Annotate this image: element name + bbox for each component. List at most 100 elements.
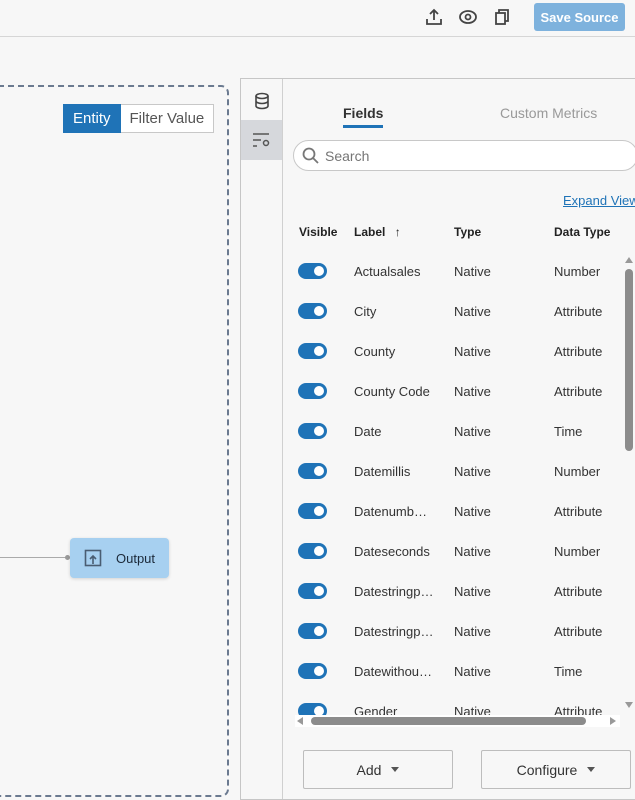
table-row[interactable]: Datestringp… Native Attribute (291, 571, 626, 611)
visible-toggle[interactable] (298, 263, 327, 279)
expand-view-link[interactable]: Expand View (563, 193, 635, 208)
field-label: County (354, 344, 396, 359)
visible-toggle[interactable] (298, 543, 327, 559)
eye-icon[interactable] (458, 7, 478, 27)
scroll-right-arrow[interactable] (610, 717, 616, 725)
output-icon (84, 549, 102, 567)
button-label: Configure (516, 761, 578, 778)
node-label: Output (116, 550, 156, 566)
visible-toggle[interactable] (298, 623, 327, 639)
visible-toggle[interactable] (298, 503, 327, 519)
table-row[interactable]: Datenumb… Native Attribute (291, 491, 626, 531)
field-type: Native (454, 424, 491, 439)
horizontal-scroll-thumb[interactable] (311, 717, 586, 725)
field-data-type: Number (554, 264, 601, 279)
field-type: Native (454, 384, 491, 399)
table-row[interactable]: Actualsales Native Number (291, 251, 626, 291)
caret-down-icon (391, 767, 400, 772)
field-data-type: Time (554, 424, 583, 439)
visible-toggle[interactable] (298, 663, 327, 679)
field-type: Native (454, 584, 491, 599)
table-row[interactable]: Datestringp… Native Attribute (291, 611, 626, 651)
tab-label: Fields (343, 105, 384, 121)
view-toggle: Entity Filter Value (63, 104, 215, 133)
scroll-left-arrow[interactable] (297, 717, 303, 725)
top-toolbar: Save Source (0, 0, 635, 37)
tab-fields[interactable]: Fields (343, 105, 384, 128)
visible-toggle[interactable] (298, 423, 327, 439)
vertical-scroll-thumb[interactable] (625, 269, 633, 451)
visible-toggle[interactable] (298, 303, 327, 319)
field-label: County Code (354, 384, 430, 399)
field-type: Native (454, 344, 491, 359)
field-label: Datemillis (354, 464, 411, 479)
visible-toggle[interactable] (298, 343, 327, 359)
caret-down-icon (587, 767, 596, 772)
field-type: Native (454, 504, 491, 519)
save-source-button[interactable]: Save Source (534, 3, 625, 31)
column-header-visible[interactable]: Visible (299, 225, 337, 239)
field-label: Date (354, 424, 382, 439)
panel-sidebar (241, 79, 283, 799)
search-input[interactable] (325, 147, 605, 164)
upload-icon[interactable] (424, 7, 444, 27)
table-row[interactable]: Date Native Time (291, 411, 626, 451)
table-row[interactable]: County Code Native Attribute (291, 371, 626, 411)
column-header-data-type[interactable]: Data Type (554, 225, 610, 239)
table-row[interactable]: Dateseconds Native Number (291, 531, 626, 571)
table-row[interactable]: City Native Attribute (291, 291, 626, 331)
field-label: Actualsales (354, 264, 421, 279)
connector-line (0, 557, 66, 558)
fields-panel: Fields Custom Metrics Expand View Visibl… (240, 78, 635, 800)
output-node[interactable]: Output (70, 538, 169, 578)
table-row[interactable]: Datewithou… Native Time (291, 651, 626, 691)
field-data-type: Attribute (554, 584, 603, 599)
field-type: Native (454, 464, 491, 479)
field-data-type: Time (554, 664, 583, 679)
field-label: Datenumb… (354, 504, 427, 519)
field-data-type: Attribute (554, 384, 603, 399)
scroll-down-arrow[interactable] (625, 702, 633, 708)
table-row[interactable]: County Native Attribute (291, 331, 626, 371)
scroll-up-arrow[interactable] (625, 257, 633, 263)
column-header-type[interactable]: Type (454, 225, 481, 239)
visible-toggle[interactable] (298, 583, 327, 599)
toggle-filter-value[interactable]: Filter Value (120, 104, 215, 133)
table-row[interactable]: Gender Native Attribute (291, 691, 626, 716)
header-text: Label (354, 225, 386, 239)
field-label: Dateseconds (354, 544, 430, 559)
field-label: Datewithou… (354, 664, 433, 679)
visible-toggle[interactable] (298, 463, 327, 479)
sort-ascending-icon: ↑ (394, 225, 401, 239)
field-type: Native (454, 304, 491, 319)
fields-table-body: Actualsales Native Number City Native At… (291, 251, 626, 716)
field-type: Native (454, 624, 491, 639)
field-label: City (354, 304, 377, 319)
copy-icon[interactable] (492, 7, 512, 27)
table-row[interactable]: Datemillis Native Number (291, 451, 626, 491)
field-data-type: Attribute (554, 504, 603, 519)
button-label: Add (356, 761, 382, 778)
field-type: Native (454, 544, 491, 559)
horizontal-scrollbar[interactable] (295, 715, 620, 727)
field-data-type: Attribute (554, 344, 603, 359)
field-data-type: Attribute (554, 304, 603, 319)
field-label: Datestringp… (354, 584, 434, 599)
visible-toggle[interactable] (298, 383, 327, 399)
add-button[interactable]: Add (303, 750, 453, 789)
field-label: Datestringp… (354, 624, 434, 639)
active-tab-indicator (343, 125, 384, 128)
column-header-label[interactable]: Label ↑ (354, 225, 401, 239)
search-icon (302, 147, 319, 164)
field-data-type: Attribute (554, 624, 603, 639)
toggle-entity[interactable]: Entity (63, 104, 121, 133)
vertical-scrollbar[interactable] (623, 255, 635, 710)
field-data-type: Number (554, 464, 601, 479)
search-field[interactable] (293, 140, 635, 171)
field-type: Native (454, 264, 491, 279)
tab-custom-metrics[interactable]: Custom Metrics (500, 105, 597, 121)
field-type: Native (454, 664, 491, 679)
configure-button[interactable]: Configure (481, 750, 631, 789)
database-icon[interactable] (241, 81, 282, 121)
filter-settings-icon[interactable] (241, 120, 282, 160)
